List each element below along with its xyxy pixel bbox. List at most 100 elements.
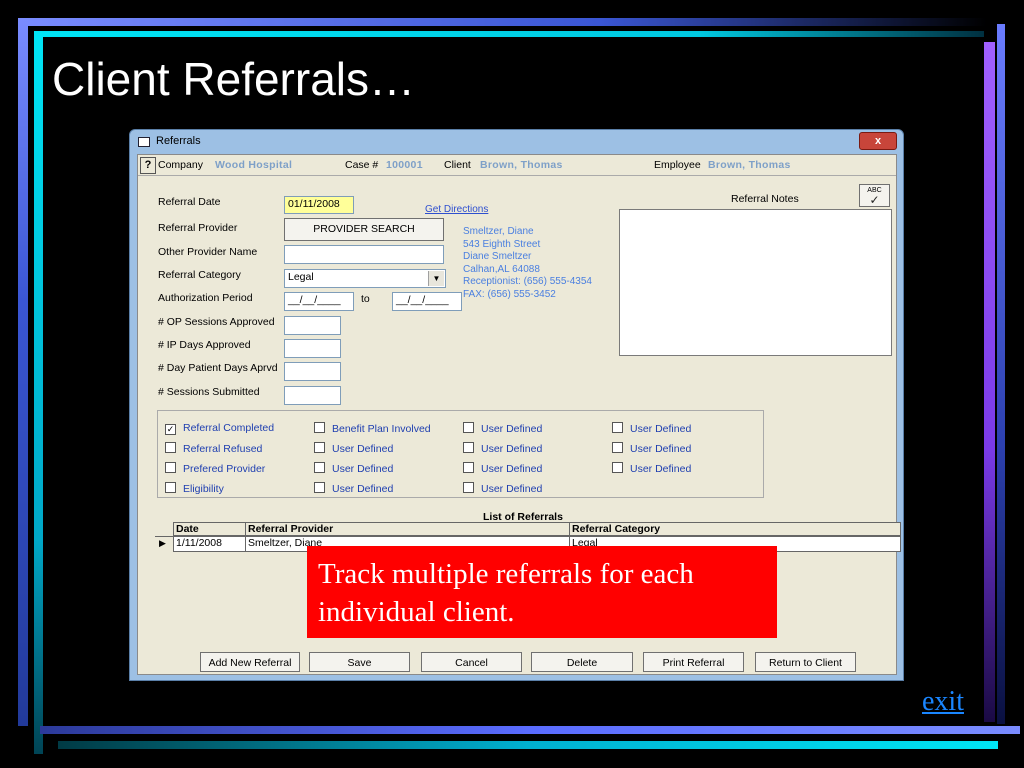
referral-provider-label: Referral Provider <box>158 222 238 234</box>
checkbox-user-defined[interactable]: User Defined <box>612 422 691 435</box>
authorization-period-label: Authorization Period <box>158 292 253 304</box>
checkbox-box[interactable] <box>463 482 474 493</box>
print-referral-button[interactable]: Print Referral <box>643 652 744 672</box>
column-header-date[interactable]: Date <box>173 522 245 536</box>
referral-notes-textarea[interactable] <box>619 209 892 356</box>
checkbox-prefered-provider[interactable]: Prefered Provider <box>165 462 265 475</box>
top-bar-cyan <box>34 31 984 37</box>
checkbox-user-defined[interactable]: User Defined <box>314 462 393 475</box>
checkbox-user-defined[interactable]: User Defined <box>612 462 691 475</box>
window-title: Referrals <box>156 135 201 147</box>
auth-from-field[interactable]: __/__/____ <box>284 292 354 311</box>
checkbox-label: Prefered Provider <box>183 463 266 475</box>
checkbox-box[interactable] <box>314 462 325 473</box>
checkbox-user-defined[interactable]: User Defined <box>463 462 542 475</box>
company-value: Wood Hospital <box>215 159 293 171</box>
checkbox-box[interactable] <box>463 442 474 453</box>
column-header-category[interactable]: Referral Category <box>569 522 899 536</box>
checkbox-box[interactable] <box>612 442 623 453</box>
checkbox-benefit-plan[interactable]: Benefit Plan Involved <box>314 422 431 435</box>
checkbox-eligibility[interactable]: Eligibility <box>165 482 224 495</box>
checkbox-user-defined[interactable]: User Defined <box>612 442 691 455</box>
op-sessions-field[interactable] <box>284 316 341 335</box>
checkbox-label: Referral Refused <box>183 443 263 455</box>
other-provider-field[interactable] <box>284 245 444 264</box>
checkbox-user-defined[interactable]: User Defined <box>314 482 393 495</box>
checkbox-label: User Defined <box>332 443 394 455</box>
checkbox-label: User Defined <box>481 483 543 495</box>
provider-city: Calhan,AL 64088 <box>463 263 540 275</box>
checkbox-box[interactable] <box>314 442 325 453</box>
bottom-bar-cyan <box>58 741 998 749</box>
ip-days-label: # IP Days Approved <box>158 339 251 351</box>
checkbox-label: User Defined <box>630 463 692 475</box>
cancel-button[interactable]: Cancel <box>421 652 522 672</box>
employee-value: Brown, Thomas <box>708 159 791 171</box>
referral-category-label: Referral Category <box>158 269 241 281</box>
checkbox-box[interactable] <box>314 422 325 433</box>
checkbox-user-defined[interactable]: User Defined <box>463 482 542 495</box>
bottom-bar-blue <box>40 726 1020 734</box>
checkbox-box[interactable] <box>612 462 623 473</box>
check-icon: ✓ <box>869 193 880 207</box>
other-provider-label: Other Provider Name <box>158 246 258 258</box>
checkbox-label: User Defined <box>630 443 692 455</box>
row-pointer-icon: ▶ <box>159 538 166 548</box>
provider-contact: Diane Smeltzer <box>463 251 532 263</box>
checkbox-box[interactable] <box>612 422 623 433</box>
checkbox-label: Benefit Plan Involved <box>332 423 431 435</box>
checkbox-label: Eligibility <box>183 483 224 495</box>
company-label: Company <box>158 159 203 171</box>
ip-days-field[interactable] <box>284 339 341 358</box>
sessions-submitted-field[interactable] <box>284 386 341 405</box>
save-button[interactable]: Save <box>309 652 410 672</box>
checkbox-referral-refused[interactable]: Referral Refused <box>165 442 262 455</box>
checkbox-box[interactable] <box>165 482 176 493</box>
checkbox-user-defined[interactable]: User Defined <box>314 442 393 455</box>
provider-search-button[interactable]: PROVIDER SEARCH <box>284 218 444 241</box>
slide-title: Client Referrals… <box>52 53 415 105</box>
close-button[interactable]: x <box>859 132 897 150</box>
checkbox-box[interactable] <box>463 422 474 433</box>
chevron-down-icon[interactable]: ▼ <box>428 271 444 286</box>
delete-button[interactable]: Delete <box>531 652 633 672</box>
auth-to-field[interactable]: __/__/____ <box>392 292 462 311</box>
help-button[interactable]: ? <box>140 157 156 174</box>
checkbox-group: ✓ Referral Completed Referral Refused Pre… <box>157 410 764 498</box>
referral-category-select[interactable]: Legal ▼ <box>284 269 446 288</box>
referral-date-label: Referral Date <box>158 196 221 208</box>
provider-phone: Receptionist: (656) 555-4354 <box>463 276 592 288</box>
referral-category-value: Legal <box>288 271 314 283</box>
client-label: Client <box>444 159 471 171</box>
op-sessions-label: # OP Sessions Approved <box>158 316 275 328</box>
get-directions-link[interactable]: Get Directions <box>425 204 488 215</box>
client-value: Brown, Thomas <box>480 159 563 171</box>
checkbox-user-defined[interactable]: User Defined <box>463 422 542 435</box>
checkbox-referral-completed[interactable]: ✓ Referral Completed <box>165 422 274 435</box>
checkbox-user-defined[interactable]: User Defined <box>463 442 542 455</box>
referral-date-field[interactable]: 01/11/2008 <box>284 196 354 214</box>
case-label: Case # <box>345 159 379 171</box>
checkbox-label: User Defined <box>481 423 543 435</box>
to-label: to <box>361 293 370 305</box>
checkbox-box[interactable] <box>165 462 176 473</box>
window-titlebar[interactable]: Referrals x <box>130 130 903 154</box>
return-to-client-button[interactable]: Return to Client <box>755 652 856 672</box>
checkbox-label: User Defined <box>481 463 543 475</box>
day-patient-field[interactable] <box>284 362 341 381</box>
checkbox-label: User Defined <box>630 423 692 435</box>
checkbox-box[interactable] <box>314 482 325 493</box>
checkbox-box[interactable]: ✓ <box>165 424 176 435</box>
table-cell-date[interactable]: 1/11/2008 <box>173 536 245 550</box>
case-value: 100001 <box>386 159 423 171</box>
spellcheck-button[interactable]: ABC ✓ <box>859 184 890 207</box>
provider-street: 543 Eighth Street <box>463 238 541 250</box>
checkbox-box[interactable] <box>165 442 176 453</box>
add-new-referral-button[interactable]: Add New Referral <box>200 652 300 672</box>
column-header-provider[interactable]: Referral Provider <box>245 522 569 536</box>
day-patient-label: # Day Patient Days Aprvd <box>158 362 278 374</box>
exit-link[interactable]: exit <box>922 686 964 718</box>
provider-fax: FAX: (656) 555-3452 <box>463 288 556 300</box>
checkbox-box[interactable] <box>463 462 474 473</box>
right-bar-purple <box>984 42 995 722</box>
